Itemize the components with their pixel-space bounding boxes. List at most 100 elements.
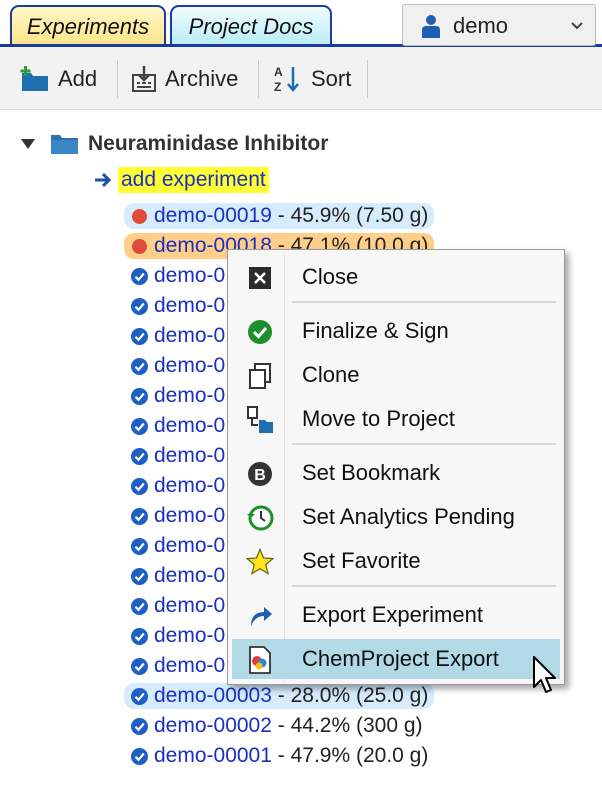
signed-check-icon [131,507,148,525]
project-title[interactable]: Neuraminidase Inhibitor [88,131,328,157]
experiment-row[interactable]: demo-0 [124,623,225,649]
menu-item-label: Close [302,264,359,289]
menu-item-close[interactable]: Close [232,257,560,297]
signed-check-icon [131,297,148,315]
add-experiment-link[interactable]: add experiment [94,167,269,193]
experiment-id: demo-0 [154,564,226,587]
experiment-id: demo-0 [154,594,226,617]
close-box-icon [246,264,274,292]
experiment-row[interactable]: demo-0 [124,503,225,529]
check-circle-icon [246,318,274,346]
user-icon [422,15,440,38]
experiment-row[interactable]: demo-0 [124,323,225,349]
experiment-id: demo-0 [154,264,226,287]
experiment-id: demo-0 [154,324,226,347]
menu-item-label: Set Analytics Pending [302,504,515,529]
sort-label: Sort [311,66,352,91]
menu-item-export[interactable]: Export Experiment [232,595,560,635]
experiment-row[interactable]: demo-0 [124,653,225,679]
clone-icon [246,362,274,390]
sort-az-icon: A Z [274,65,299,94]
experiment-id: demo-00001 [154,744,272,767]
chevron-down-icon [571,22,583,30]
experiment-id: demo-0 [154,504,226,527]
menu-item-analytics[interactable]: Set Analytics Pending [232,497,560,537]
menu-item-chemproject-export[interactable]: ChemProject Export [232,639,560,679]
experiment-row[interactable]: demo-0 [124,473,225,499]
menu-item-label: Finalize & Sign [302,318,449,343]
export-arrow-icon [246,602,274,630]
signed-check-icon [131,687,148,705]
toolbar-divider [117,60,118,98]
svg-text:Z: Z [274,80,281,94]
signed-check-icon [131,657,148,675]
open-status-dot-icon [132,238,147,254]
experiment-row[interactable]: demo-0 [124,533,225,559]
experiment-row[interactable]: demo-00019 - 45.9% (7.50 g) [124,203,435,229]
signed-check-icon [131,477,148,495]
experiment-row[interactable]: demo-0 [124,443,225,469]
experiment-row[interactable]: demo-0 [124,563,225,589]
toolbar-divider [258,60,259,98]
signed-check-icon [131,267,148,285]
signed-check-icon [131,627,148,645]
add-button[interactable]: Add [20,60,97,98]
experiment-id: demo-00019 [154,204,272,227]
folder-icon [51,135,78,154]
experiment-id: demo-0 [154,654,226,677]
signed-check-icon [131,447,148,465]
archive-button[interactable]: Archive [131,60,238,98]
archive-icon [132,66,156,92]
sort-button[interactable]: A Z Sort [273,60,351,98]
add-experiment-label: add experiment [118,167,269,193]
experiment-id: demo-0 [154,414,226,437]
signed-check-icon [131,327,148,345]
tab-project-docs[interactable]: Project Docs [170,5,332,45]
menu-item-label: Export Experiment [302,602,483,627]
signed-check-icon [131,597,148,615]
experiment-id: demo-00003 [154,684,272,707]
menu-separator [292,585,556,587]
experiment-row[interactable]: demo-00003 - 28.0% (25.0 g) [124,683,435,709]
tab-experiments[interactable]: Experiments [10,5,166,45]
toolbar: Add Archive A Z Sort [0,47,602,110]
menu-item-label: Clone [302,362,360,387]
experiment-id: demo-0 [154,474,226,497]
experiment-row[interactable]: demo-0 [124,593,225,619]
collapse-triangle-icon[interactable] [20,138,36,150]
chemproject-icon [246,646,274,674]
experiment-yield: - 28.0% (25.0 g) [271,684,429,707]
experiment-row[interactable]: demo-00002 - 44.2% (300 g) [124,713,423,739]
menu-item-label: ChemProject Export [302,646,499,671]
experiment-yield: - 44.2% (300 g) [271,714,423,737]
signed-check-icon [131,537,148,555]
menu-item-bookmark[interactable]: B Set Bookmark [232,453,560,493]
user-dropdown[interactable]: demo [402,4,596,46]
menu-item-label: Move to Project [302,406,455,431]
experiment-row[interactable]: demo-0 [124,413,225,439]
signed-check-icon [131,387,148,405]
experiment-row[interactable]: demo-0 [124,383,225,409]
experiment-id: demo-0 [154,624,226,647]
experiment-row[interactable]: demo-0 [124,263,225,289]
signed-check-icon [131,717,148,735]
experiment-row[interactable]: demo-00001 - 47.9% (20.0 g) [124,743,428,769]
experiment-id: demo-0 [154,534,226,557]
svg-text:B: B [254,467,266,484]
signed-check-icon [131,747,148,765]
signed-check-icon [131,417,148,435]
experiment-id: demo-00002 [154,714,272,737]
menu-item-finalize[interactable]: Finalize & Sign [232,311,560,351]
bookmark-b-icon: B [246,460,274,488]
experiment-row[interactable]: demo-0 [124,353,225,379]
experiment-row[interactable]: demo-0 [124,293,225,319]
menu-item-favorite[interactable]: Set Favorite [232,541,560,581]
signed-check-icon [131,567,148,585]
menu-item-move[interactable]: Move to Project [232,399,560,439]
experiment-yield: - 47.9% (20.0 g) [271,744,429,767]
menu-item-clone[interactable]: Clone [232,355,560,395]
experiment-id: demo-0 [154,294,226,317]
toolbar-divider [367,60,368,98]
experiment-id: demo-0 [154,384,226,407]
menu-separator [292,443,556,445]
